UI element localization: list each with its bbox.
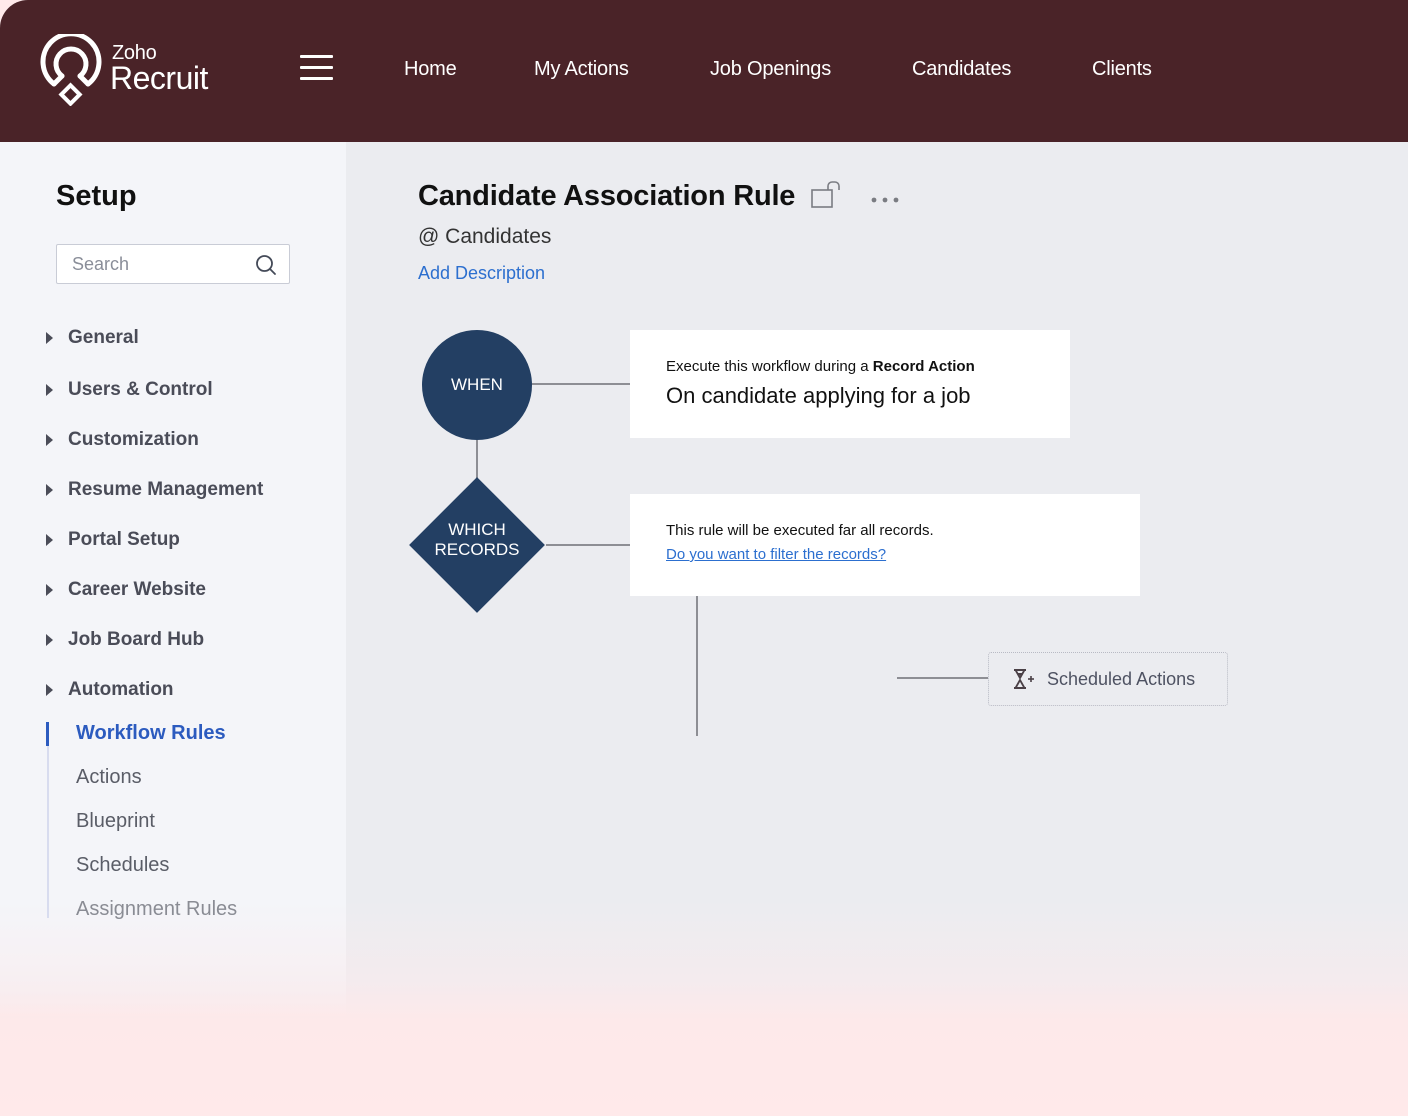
rule-module: @ Candidates — [418, 225, 552, 248]
sidebar-section-label: Users & Control — [68, 379, 213, 400]
sidebar-section-label: Career Website — [68, 579, 206, 600]
recruit-logo-icon — [40, 34, 102, 106]
sidebar-section-automation[interactable]: Automation — [46, 678, 174, 702]
sidebar-section-general[interactable]: General — [46, 326, 139, 350]
hamburger-menu-icon[interactable] — [300, 55, 333, 85]
filter-records-link[interactable]: Do you want to filter the records? — [666, 546, 886, 563]
submenu-guide-line — [47, 722, 49, 918]
sidebar-section-label: Automation — [68, 679, 174, 700]
top-navigation-bar: Zoho Recruit Home My Actions Job Opening… — [0, 0, 1408, 142]
when-condition-card[interactable]: Execute this workflow during a Record Ac… — [630, 330, 1070, 438]
when-trigger: On candidate applying for a job — [666, 383, 971, 408]
nav-clients[interactable]: Clients — [1092, 58, 1152, 81]
connector-line — [546, 544, 630, 546]
which-label-line2: RECORDS — [434, 540, 520, 559]
connector-line — [476, 440, 478, 480]
scheduled-actions-label: Scheduled Actions — [1047, 668, 1196, 689]
setup-search-input[interactable] — [57, 245, 252, 283]
which-records-label: WHICH RECORDS — [408, 520, 546, 560]
caret-right-icon — [46, 384, 53, 396]
caret-right-icon — [46, 634, 53, 646]
sidebar-section-resume-management[interactable]: Resume Management — [46, 478, 263, 502]
when-trigger-type: Record Action — [872, 358, 975, 375]
when-node[interactable]: WHEN — [422, 330, 532, 440]
setup-search-box — [56, 244, 290, 284]
caret-right-icon — [46, 534, 53, 546]
connector-line — [696, 596, 698, 736]
which-records-description: This rule will be executed far all recor… — [666, 522, 934, 539]
active-indicator — [46, 722, 49, 746]
when-node-label: WHEN — [451, 375, 503, 394]
sidebar-item-schedules[interactable]: Schedules — [76, 854, 169, 877]
sidebar-section-label: General — [68, 327, 139, 348]
when-prefix: Execute this workflow during a — [666, 358, 869, 375]
nav-home[interactable]: Home — [404, 58, 457, 81]
sidebar-item-blueprint[interactable]: Blueprint — [76, 810, 155, 833]
nav-candidates[interactable]: Candidates — [912, 58, 1011, 81]
sidebar-item-actions[interactable]: Actions — [76, 766, 142, 789]
caret-right-icon — [46, 684, 53, 696]
rule-title: Candidate Association Rule — [418, 180, 796, 212]
nav-job-openings[interactable]: Job Openings — [710, 58, 831, 81]
which-label-line1: WHICH — [448, 520, 506, 539]
sidebar-section-label: Job Board Hub — [68, 629, 205, 650]
connector-line — [897, 677, 988, 679]
connector-line — [532, 383, 630, 385]
setup-title: Setup — [56, 180, 137, 212]
setup-sidebar: Setup General Users & Control Customizat… — [0, 142, 346, 1016]
sidebar-section-label: Customization — [68, 429, 199, 450]
more-options-icon[interactable] — [868, 190, 902, 210]
sidebar-item-workflow-rules[interactable]: Workflow Rules — [76, 722, 226, 745]
when-trigger-description: Execute this workflow during a Record Ac… — [666, 358, 975, 375]
sidebar-section-career-website[interactable]: Career Website — [46, 578, 206, 602]
sidebar-item-assignment-rules[interactable]: Assignment Rules — [76, 898, 237, 921]
search-icon[interactable] — [255, 254, 277, 276]
add-description-link[interactable]: Add Description — [418, 263, 545, 284]
caret-right-icon — [46, 484, 53, 496]
caret-right-icon — [46, 332, 53, 344]
sidebar-section-job-board-hub[interactable]: Job Board Hub — [46, 628, 204, 652]
zoho-recruit-logo[interactable]: Zoho Recruit — [40, 34, 230, 106]
caret-right-icon — [46, 434, 53, 446]
scheduled-actions-button[interactable]: Scheduled Actions — [988, 652, 1228, 706]
app-window: Zoho Recruit Home My Actions Job Opening… — [0, 0, 1408, 1116]
sidebar-section-portal-setup[interactable]: Portal Setup — [46, 528, 180, 552]
sidebar-section-label: Portal Setup — [68, 529, 180, 550]
sidebar-section-customization[interactable]: Customization — [46, 428, 199, 452]
unlock-icon[interactable] — [810, 181, 844, 211]
which-records-card: This rule will be executed far all recor… — [630, 494, 1140, 596]
sidebar-section-users-control[interactable]: Users & Control — [46, 378, 213, 402]
sidebar-section-label: Resume Management — [68, 479, 264, 500]
nav-my-actions[interactable]: My Actions — [534, 58, 629, 81]
logo-product-text: Recruit — [110, 60, 208, 96]
which-records-node[interactable]: WHICH RECORDS — [408, 476, 546, 614]
caret-right-icon — [46, 584, 53, 596]
hourglass-add-icon — [1013, 669, 1034, 689]
